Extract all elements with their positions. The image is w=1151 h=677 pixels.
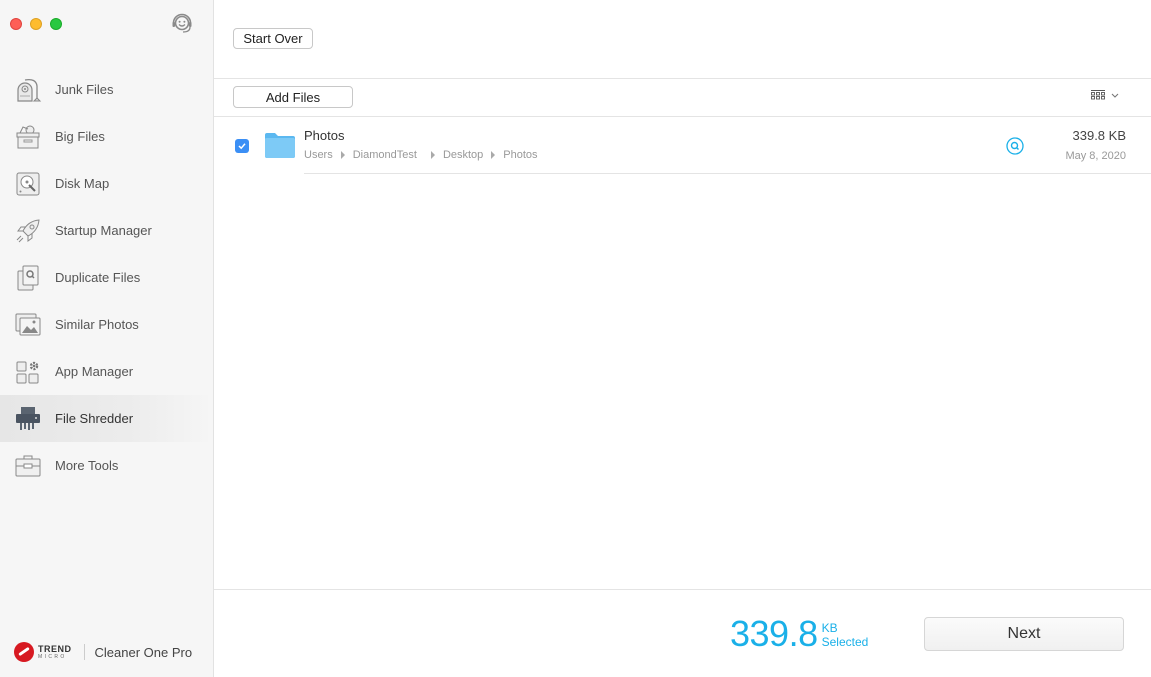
checkmark-icon xyxy=(238,143,246,150)
sidebar-item-label: Big Files xyxy=(55,129,105,144)
main-panel: Start Over Add Files Photos Users Diamon… xyxy=(214,0,1151,677)
company-name: TREND MICRO xyxy=(38,643,72,660)
sidebar-item-more-tools[interactable]: More Tools xyxy=(0,442,213,489)
path-separator-icon xyxy=(340,151,345,159)
selected-label: Selected xyxy=(821,635,869,649)
grid-view-icon xyxy=(1091,90,1105,100)
product-name: Cleaner One Pro xyxy=(94,644,193,660)
selected-size-unit: KB xyxy=(821,621,838,635)
box-icon xyxy=(14,123,42,151)
sidebar-item-label: App Manager xyxy=(55,364,134,379)
file-name: Photos xyxy=(304,128,345,143)
sidebar-item-big-files[interactable]: Big Files xyxy=(0,113,213,160)
vacuum-icon xyxy=(14,76,42,104)
minimize-window-button[interactable] xyxy=(30,18,42,30)
sidebar-item-label: Similar Photos xyxy=(55,317,139,332)
sidebar-item-label: File Shredder xyxy=(55,411,134,426)
footer-divider xyxy=(214,589,1151,590)
sidebar-item-startup-manager[interactable]: Startup Manager xyxy=(0,207,213,254)
company-line1: TREND xyxy=(38,643,72,654)
sidebar-item-similar-photos[interactable]: Similar Photos xyxy=(0,301,213,348)
path-segment: Users xyxy=(304,149,333,161)
sidebar-item-junk-files[interactable]: Junk Files xyxy=(0,66,213,113)
trend-micro-logo-icon xyxy=(14,642,34,662)
path-segment: Photos xyxy=(503,149,538,161)
reveal-in-finder-icon[interactable] xyxy=(1006,137,1024,155)
sidebar-item-label: More Tools xyxy=(55,458,119,473)
close-window-button[interactable] xyxy=(10,18,22,30)
selected-size-value: 339.8 xyxy=(730,613,818,654)
disk-icon xyxy=(14,170,42,198)
sidebar-item-disk-map[interactable]: Disk Map xyxy=(0,160,213,207)
sidebar-item-duplicate-files[interactable]: Duplicate Files xyxy=(0,254,213,301)
zoom-window-button[interactable] xyxy=(50,18,62,30)
file-path-breadcrumb: Users DiamondTest Desktop Photos xyxy=(304,149,546,161)
path-separator-icon xyxy=(430,151,435,159)
duplicate-icon xyxy=(14,264,42,292)
sidebar-item-label: Junk Files xyxy=(55,82,114,97)
file-checkbox[interactable] xyxy=(235,139,249,153)
path-segment: Desktop xyxy=(442,149,484,161)
shredder-icon xyxy=(14,405,42,433)
support-headset-icon[interactable] xyxy=(170,11,194,35)
company-line2: MICRO xyxy=(38,653,67,660)
folder-icon xyxy=(265,133,295,158)
window-controls xyxy=(10,18,62,30)
apps-gear-icon xyxy=(14,358,42,386)
chevron-down-icon xyxy=(1111,93,1119,98)
file-row[interactable]: Photos Users DiamondTest Desktop Photos … xyxy=(214,117,1151,174)
sidebar-nav: Junk Files Big Files Disk Map Startup Ma… xyxy=(0,66,213,489)
rocket-icon xyxy=(14,217,42,245)
photos-icon xyxy=(14,311,42,339)
path-separator-icon xyxy=(491,151,496,159)
brand-divider xyxy=(83,644,85,660)
sidebar-item-label: Startup Manager xyxy=(55,223,152,238)
selected-size-units: KB Selected xyxy=(822,615,869,649)
view-toggle[interactable] xyxy=(1091,90,1119,100)
file-size: 339.8 KB xyxy=(1072,128,1127,143)
path-segment: DiamondTest xyxy=(352,149,417,161)
row-divider xyxy=(304,173,1151,174)
next-button[interactable]: Next xyxy=(924,617,1124,651)
sidebar-item-file-shredder[interactable]: File Shredder xyxy=(0,395,213,442)
sidebar: Junk Files Big Files Disk Map Startup Ma… xyxy=(0,0,214,677)
divider xyxy=(214,78,1151,79)
selected-total: 339.8 KB Selected xyxy=(730,615,868,653)
file-date: May 8, 2020 xyxy=(1065,150,1126,162)
start-over-button[interactable]: Start Over xyxy=(233,28,313,49)
sidebar-item-label: Disk Map xyxy=(55,176,110,191)
brand: TREND MICRO Cleaner One Pro xyxy=(14,642,192,662)
sidebar-item-app-manager[interactable]: App Manager xyxy=(0,348,213,395)
add-files-button[interactable]: Add Files xyxy=(233,86,353,108)
sidebar-item-label: Duplicate Files xyxy=(55,270,141,285)
toolbox-icon xyxy=(14,452,42,480)
